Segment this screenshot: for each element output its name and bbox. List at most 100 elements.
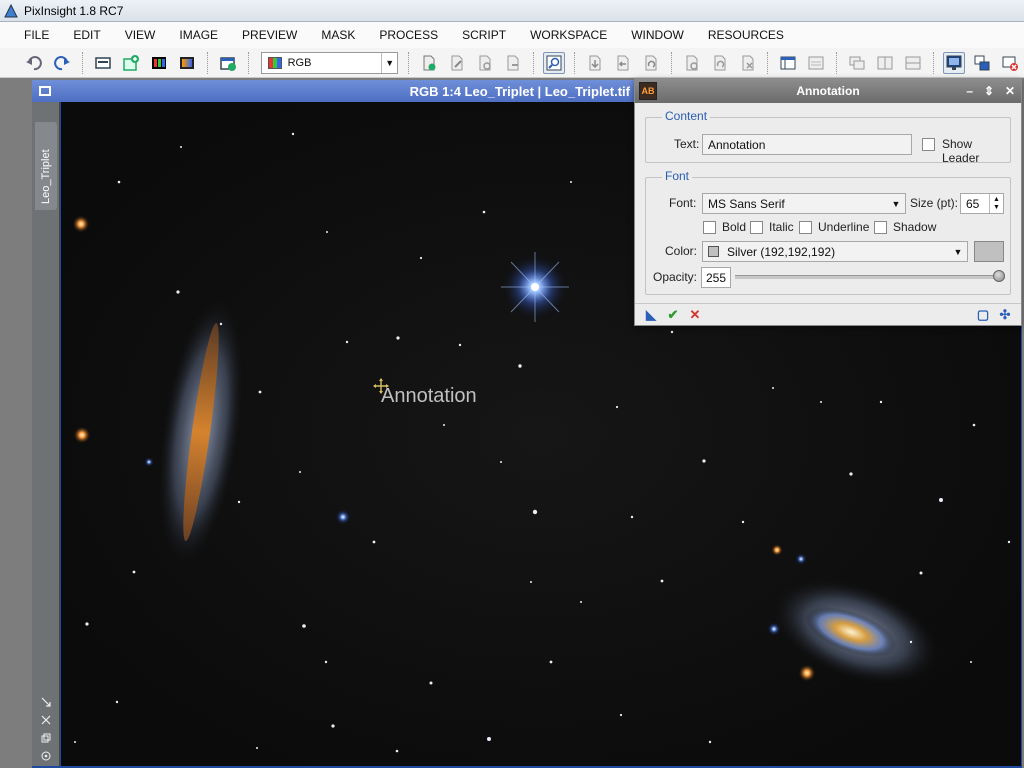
content-group: Content Text: Annotation Show Leader	[645, 109, 1011, 165]
bold-checkbox[interactable]	[703, 221, 716, 234]
chevron-down-icon[interactable]: ▼	[381, 52, 397, 73]
image-view-button[interactable]	[92, 52, 114, 74]
color-swatch-icon	[708, 246, 719, 257]
menu-process[interactable]: PROCESS	[367, 22, 450, 48]
italic-checkbox[interactable]	[750, 221, 763, 234]
screen-button[interactable]	[943, 51, 966, 74]
shade-icon[interactable]: ⇕	[984, 84, 994, 98]
font-group-legend: Font	[662, 169, 693, 183]
zoom-preview-button[interactable]	[542, 51, 565, 74]
close-all-button[interactable]	[999, 52, 1021, 74]
menu-file[interactable]: FILE	[0, 22, 61, 48]
mask-delete-button[interactable]	[737, 52, 759, 74]
toolbar-separator	[767, 51, 769, 74]
tile-button[interactable]	[874, 52, 896, 74]
browse-doc-icon[interactable]: ▢	[975, 307, 991, 323]
font-size-spinbox[interactable]: 65 ▲ ▼	[960, 193, 1004, 214]
minimize-icon[interactable]: –	[966, 84, 973, 98]
toolbar-separator	[81, 51, 83, 74]
mask-redo-button[interactable]	[709, 52, 731, 74]
restore-button[interactable]	[612, 52, 634, 74]
close-windows-icon	[1002, 56, 1019, 71]
magnifier-icon	[546, 55, 562, 70]
channel-selector[interactable]: RGB ▼	[260, 51, 399, 74]
copy-icon[interactable]	[40, 732, 52, 744]
shadow-checkbox[interactable]	[874, 221, 887, 234]
new-image-button[interactable]	[120, 52, 142, 74]
color-label: Color:	[665, 244, 698, 258]
menu-workspace[interactable]: WORKSPACE	[518, 22, 619, 48]
show-leader-label: Show Leader	[942, 137, 980, 165]
spin-arrows-icon[interactable]: ▲ ▼	[989, 194, 1003, 213]
annotation-text-input[interactable]: Annotation	[702, 134, 912, 155]
image-color-button[interactable]	[176, 52, 198, 74]
window-menu-icon[interactable]	[39, 86, 51, 96]
undo-icon	[25, 55, 42, 70]
mask-undo-button[interactable]	[681, 52, 703, 74]
grid-window-icon	[780, 56, 796, 69]
font-size-value: 65	[966, 196, 980, 211]
document-back-icon	[617, 55, 629, 70]
tile-icon	[877, 56, 893, 69]
arrange-button[interactable]	[902, 52, 924, 74]
image-statistics-button[interactable]	[148, 52, 170, 74]
swap-windows-icon	[974, 55, 990, 70]
menu-script[interactable]: SCRIPT	[450, 22, 518, 48]
target-icon[interactable]	[40, 750, 52, 762]
menu-resources[interactable]: RESOURCES	[696, 22, 796, 48]
color-preview-button[interactable]	[974, 241, 1004, 262]
toolbar-separator	[247, 51, 249, 74]
history-button[interactable]	[805, 52, 827, 74]
image-window-title: RGB 1:4 Leo_Triplet | Leo_Triplet.tif	[409, 83, 630, 99]
font-select[interactable]: MS Sans Serif ▼	[702, 193, 906, 214]
menu-mask[interactable]: MASK	[309, 22, 367, 48]
redo-icon	[54, 55, 70, 70]
close-icon[interactable]: ✕	[1005, 84, 1015, 98]
cascade-button[interactable]	[846, 52, 868, 74]
underline-checkbox[interactable]	[799, 221, 812, 234]
resize-icon[interactable]	[40, 696, 52, 708]
document-rotate-icon	[714, 55, 726, 70]
underline-label: Underline	[818, 220, 870, 234]
new-preview-button[interactable]	[418, 52, 440, 74]
undo-button[interactable]	[23, 52, 45, 74]
menu-view[interactable]: VIEW	[113, 22, 168, 48]
show-leader-checkbox[interactable]	[922, 138, 935, 151]
document-remove-icon	[507, 55, 519, 70]
content-group-legend: Content	[662, 109, 711, 123]
menu-image[interactable]: IMAGE	[167, 22, 230, 48]
annotation-text: Annotation	[381, 385, 477, 407]
apply-check-icon[interactable]: ✔	[665, 307, 681, 323]
image-identifier-tab[interactable]: Leo_Triplet	[35, 122, 57, 210]
zoom-fit-icon[interactable]	[40, 714, 52, 726]
dialog-title-bar[interactable]: AB Annotation – ⇕ ✕	[635, 79, 1021, 103]
new-window-button[interactable]	[217, 52, 239, 74]
menu-preview[interactable]: PREVIEW	[230, 22, 309, 48]
document-down-icon	[589, 55, 601, 70]
explorer-button[interactable]	[777, 52, 799, 74]
preview-tool-button[interactable]	[474, 52, 496, 74]
swap-button[interactable]	[971, 52, 993, 74]
chevron-down-icon[interactable]: ▼	[949, 242, 967, 261]
reset-icon[interactable]: ✣	[997, 307, 1013, 323]
new-instance-icon[interactable]: ◣	[643, 307, 659, 323]
reset-button[interactable]	[640, 52, 662, 74]
store-button[interactable]	[584, 52, 606, 74]
opacity-input[interactable]: 255	[701, 267, 731, 288]
opacity-slider-thumb[interactable]	[993, 270, 1005, 282]
app-title-bar: PixInsight 1.8 RC7	[0, 0, 1024, 22]
redo-button[interactable]	[51, 52, 73, 74]
preview-delete-button[interactable]	[502, 52, 524, 74]
chevron-down-icon[interactable]: ▼	[887, 194, 905, 213]
new-window-icon	[219, 56, 236, 71]
color-select[interactable]: Silver (192,192,192) ▼	[702, 241, 968, 262]
image-identifier-label: Leo_Triplet	[40, 149, 52, 204]
rgb-bars-icon	[151, 56, 166, 69]
cancel-x-icon[interactable]: ✕	[687, 307, 703, 323]
menu-edit[interactable]: EDIT	[61, 22, 112, 48]
history-icon	[808, 56, 824, 69]
opacity-slider-track[interactable]	[735, 275, 1005, 279]
menu-window[interactable]: WINDOW	[619, 22, 696, 48]
edit-preview-button[interactable]	[446, 52, 468, 74]
annotation-dialog[interactable]: AB Annotation – ⇕ ✕ Content Text: Annota…	[634, 78, 1022, 326]
